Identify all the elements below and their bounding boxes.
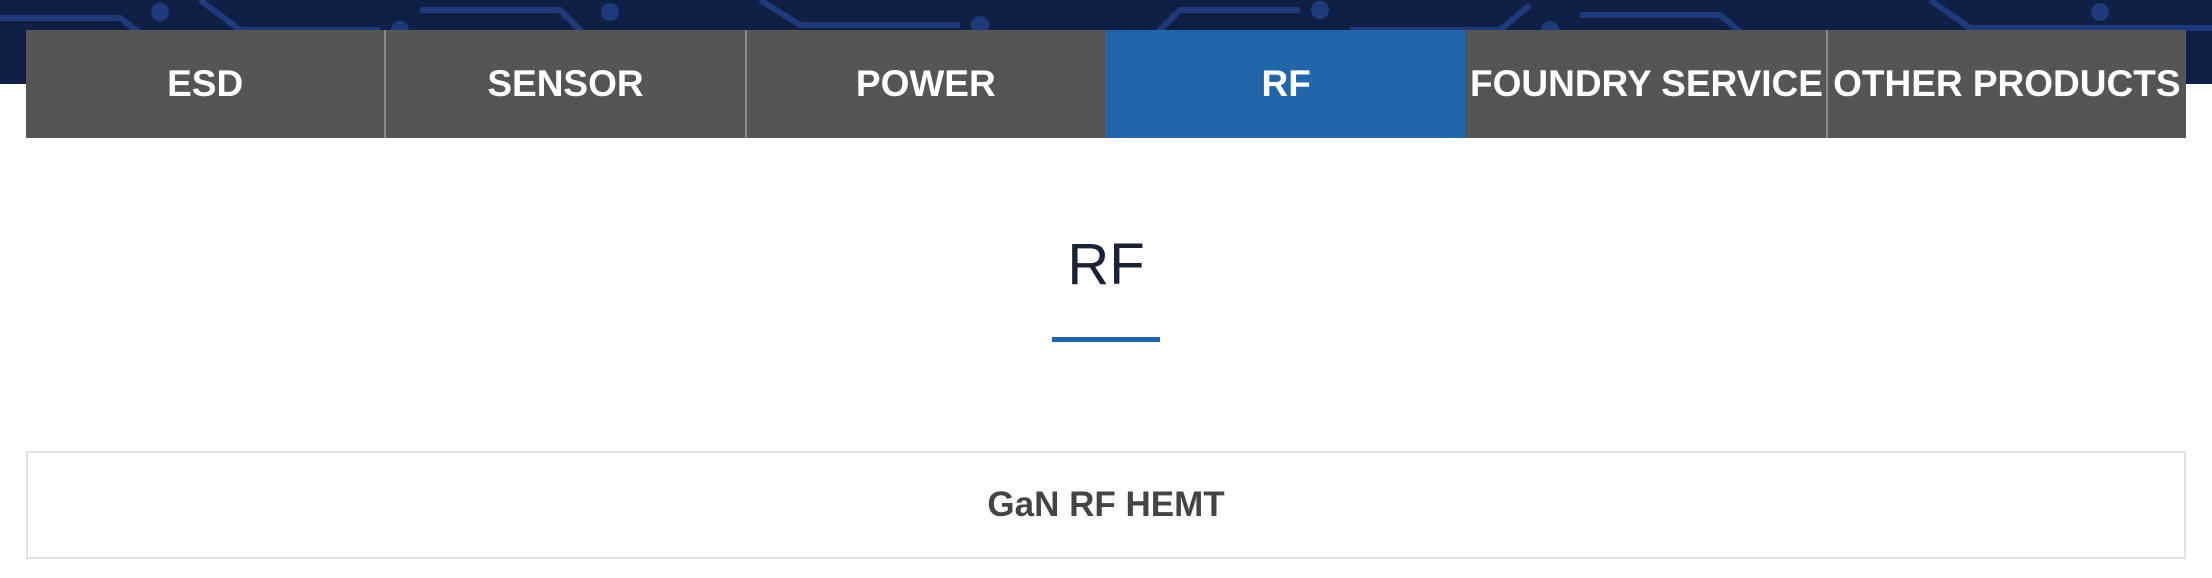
tab-rf[interactable]: RF: [1104, 30, 1466, 138]
tab-sensor[interactable]: SENSOR: [384, 30, 745, 138]
product-item-gan-rf-hemt[interactable]: GaN RF HEMT: [26, 451, 2186, 559]
tab-power[interactable]: POWER: [744, 30, 1105, 138]
tab-foundry-service[interactable]: FOUNDRY SERVICE: [1465, 30, 1826, 138]
title-underline: [1052, 337, 1160, 342]
product-category-tabs: ESD SENSOR POWER RF FOUNDRY SERVICE OTHE…: [26, 30, 2186, 138]
product-item-label: GaN RF HEMT: [987, 485, 1225, 524]
page-title: RF: [1067, 232, 1145, 297]
tab-esd[interactable]: ESD: [26, 30, 385, 138]
tab-other-products[interactable]: OTHER PRODUCTS: [1825, 30, 2186, 138]
